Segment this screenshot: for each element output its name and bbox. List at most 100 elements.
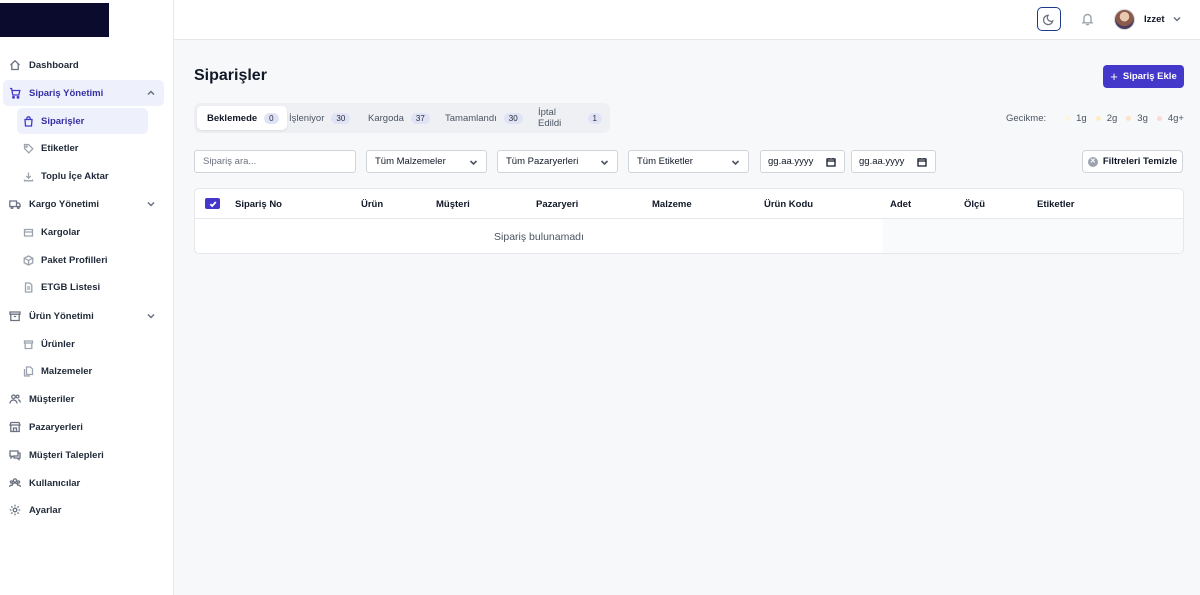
tab-label: Tamamlandı — [445, 112, 497, 124]
status-tabs: Beklemede 0 İşleniyor 30 Kargoda 37 Tama… — [194, 103, 610, 133]
sidebar-item-label: Paket Profilleri — [41, 254, 108, 266]
tab-count-badge: 30 — [331, 112, 351, 124]
sidebar-item-etiketler[interactable]: Etiketler — [17, 135, 148, 161]
plus-icon: + — [1110, 69, 1118, 84]
table-header: Sipariş No Ürün Müşteri Pazaryeri Malzem… — [195, 189, 1183, 219]
column-header[interactable]: Etiketler — [1037, 199, 1075, 210]
sidebar-item-toplu-ice-aktar[interactable]: Toplu İçe Aktar — [17, 163, 148, 189]
clear-filters-button[interactable]: ✕ Filtreleri Temizle — [1082, 150, 1183, 173]
delay-dot-3g — [1126, 116, 1132, 121]
tag-icon — [23, 143, 34, 154]
column-header[interactable]: Adet — [890, 199, 911, 210]
select-value: Tüm Malzemeler — [375, 156, 446, 167]
sidebar-item-urunler[interactable]: Ürünler — [17, 331, 148, 357]
sidebar-item-ayarlar[interactable]: Ayarlar — [3, 497, 164, 523]
top-header: Izzet — [174, 0, 1200, 40]
product-box-icon — [23, 339, 34, 350]
page-title: Siparişler — [194, 67, 267, 84]
close-circle-icon: ✕ — [1087, 156, 1098, 167]
sidebar-group-kargo-yonetimi[interactable]: Kargo Yönetimi — [3, 191, 164, 217]
truck-icon — [9, 198, 21, 210]
select-value: Tüm Pazaryerleri — [506, 156, 579, 167]
sidebar-item-pazaryerleri[interactable]: Pazaryerleri — [3, 414, 164, 440]
bell-icon[interactable] — [1081, 12, 1094, 26]
column-header[interactable]: Müşteri — [436, 199, 470, 210]
tab-kargoda[interactable]: Kargoda 37 — [358, 106, 438, 130]
cart-icon — [9, 87, 21, 99]
date-from-input[interactable]: gg.aa.yyyy — [760, 150, 845, 173]
sidebar-item-label: Malzemeler — [41, 365, 93, 377]
chevron-down-icon — [146, 199, 156, 209]
column-header[interactable]: Sipariş No — [235, 199, 282, 210]
sidebar-item-label: Kargo Yönetimi — [29, 198, 100, 210]
delay-level-label: 2g — [1106, 113, 1118, 124]
orders-table: Sipariş No Ürün Müşteri Pazaryeri Malzem… — [194, 188, 1184, 254]
sidebar-group-siparis-yonetimi[interactable]: Sipariş Yönetimi — [3, 80, 164, 106]
chevron-down-icon[interactable] — [1172, 14, 1182, 24]
sidebar-item-label: Pazaryerleri — [29, 421, 83, 433]
sidebar-item-paket-profilleri[interactable]: Paket Profilleri — [17, 247, 148, 273]
delay-legend: Gecikme: 1g 2g 3g 4g+ — [1006, 113, 1184, 124]
theme-toggle-button[interactable] — [1037, 7, 1061, 31]
home-icon — [9, 59, 21, 71]
bag-icon — [23, 115, 34, 127]
column-header[interactable]: Ölçü — [964, 199, 985, 210]
sidebar-item-kargolar[interactable]: Kargolar — [17, 219, 148, 245]
empty-state-message: Sipariş bulunamadı — [494, 231, 584, 243]
clear-filters-label: Filtreleri Temizle — [1102, 156, 1178, 167]
sidebar-item-malzemeler[interactable]: Malzemeler — [17, 358, 148, 384]
tab-count-badge: 30 — [503, 112, 523, 124]
column-header[interactable]: Malzeme — [652, 199, 692, 210]
sidebar-item-siparisler[interactable]: Siparişler — [17, 108, 148, 134]
date-placeholder: gg.aa.yyyy — [859, 156, 905, 167]
sidebar-group-urun-yonetimi[interactable]: Ürün Yönetimi — [3, 303, 164, 329]
delay-level-label: 3g — [1137, 113, 1148, 124]
sidebar-item-label: Ürün Yönetimi — [29, 310, 94, 322]
package-icon — [23, 227, 34, 238]
delay-dot-2g — [1095, 116, 1101, 121]
select-value: Tüm Etiketler — [637, 156, 693, 167]
sidebar-item-label: Siparişler — [41, 115, 85, 127]
date-placeholder: gg.aa.yyyy — [768, 156, 814, 167]
materials-select[interactable]: Tüm Malzemeler — [366, 150, 487, 173]
chat-icon — [9, 449, 21, 461]
sidebar-item-label: Ayarlar — [29, 504, 62, 516]
moon-icon — [1042, 13, 1056, 26]
tab-iptal-edildi[interactable]: İptal Edildi 1 — [528, 106, 610, 130]
column-header[interactable]: Ürün — [361, 199, 383, 210]
tab-isleniyor[interactable]: İşleniyor 30 — [279, 106, 358, 130]
tags-select[interactable]: Tüm Etiketler — [628, 150, 749, 173]
sidebar-item-dashboard[interactable]: Dashboard — [3, 52, 164, 78]
logo[interactable] — [0, 3, 109, 37]
chevron-up-icon — [146, 88, 156, 98]
user-group-icon — [9, 477, 21, 489]
document-icon — [23, 281, 34, 293]
calendar-icon — [917, 157, 927, 167]
select-all-checkbox[interactable] — [205, 198, 220, 209]
column-header[interactable]: Ürün Kodu — [764, 199, 813, 210]
sidebar-item-musteriler[interactable]: Müşteriler — [3, 386, 164, 412]
tab-tamamlandi[interactable]: Tamamlandı 30 — [435, 106, 531, 130]
calendar-icon — [826, 157, 836, 167]
tab-count-badge: 37 — [410, 112, 430, 124]
add-order-button[interactable]: + Sipariş Ekle — [1103, 65, 1184, 88]
archive-icon — [9, 310, 21, 322]
delay-level-label: 1g — [1076, 113, 1087, 124]
sidebar-item-label: Sipariş Yönetimi — [29, 87, 104, 99]
order-search-input[interactable] — [194, 150, 356, 173]
sidebar-item-musteri-talepleri[interactable]: Müşteri Talepleri — [3, 442, 164, 468]
column-header[interactable]: Pazaryeri — [536, 199, 578, 210]
tab-label: Beklemede — [207, 112, 258, 124]
tab-beklemede[interactable]: Beklemede 0 — [197, 106, 287, 130]
tab-label: İptal Edildi — [538, 107, 562, 129]
avatar[interactable] — [1114, 9, 1135, 30]
sidebar-item-etgb-listesi[interactable]: ETGB Listesi — [17, 274, 148, 300]
sidebar-item-label: Dashboard — [29, 59, 79, 71]
date-to-input[interactable]: gg.aa.yyyy — [851, 150, 936, 173]
username[interactable]: Izzet — [1144, 14, 1165, 25]
sidebar-item-kullanicilar[interactable]: Kullanıcılar — [3, 470, 164, 496]
download-icon — [23, 171, 34, 182]
sidebar: Dashboard Sipariş Yönetimi Siparişler Et… — [0, 0, 174, 595]
marketplaces-select[interactable]: Tüm Pazaryerleri — [497, 150, 618, 173]
documents-icon — [23, 365, 34, 377]
